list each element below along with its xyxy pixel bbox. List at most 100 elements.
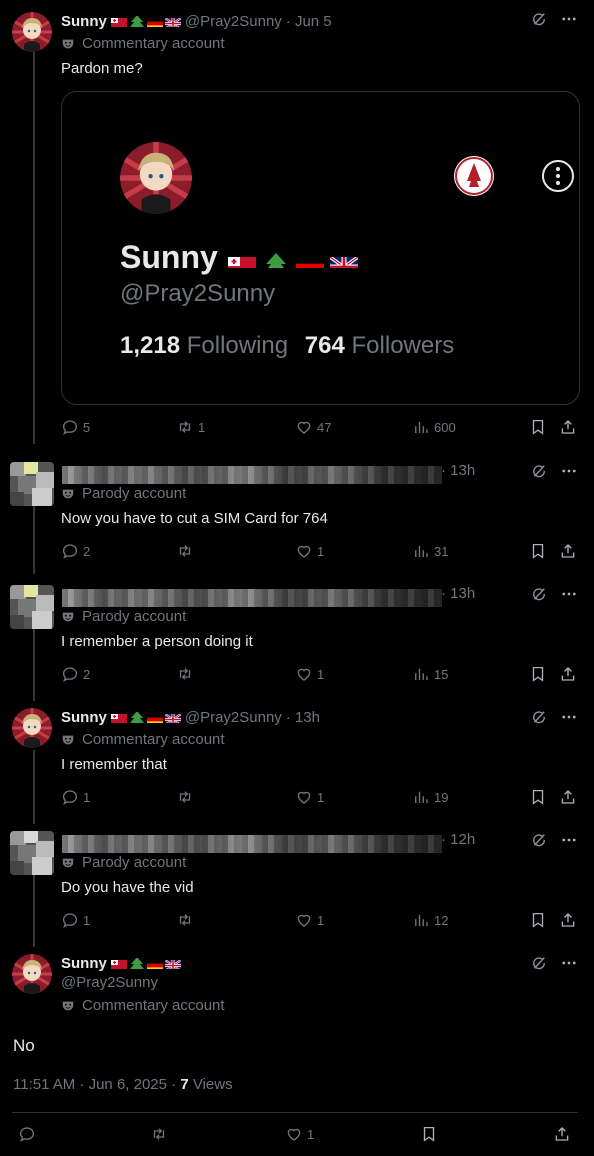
display-name[interactable]: Sunny <box>61 955 107 972</box>
reply-icon <box>61 911 79 929</box>
reply-button[interactable]: 5 <box>61 417 90 437</box>
like-button[interactable]: 1 <box>295 910 324 930</box>
avatar[interactable] <box>12 954 52 994</box>
timestamp[interactable]: · 12h <box>441 831 475 848</box>
name-emojis <box>110 711 181 723</box>
tweet-actions: 2 1 15 <box>61 664 578 684</box>
reply-button[interactable]: 2 <box>61 664 90 684</box>
views-button[interactable]: 19 <box>412 787 448 807</box>
badge-label: Parody account <box>82 485 187 502</box>
avatar[interactable] <box>10 831 54 875</box>
reply-icon <box>61 788 79 806</box>
avatar[interactable] <box>10 585 54 629</box>
views-button[interactable]: 12 <box>412 910 448 930</box>
tweet[interactable]: · 13h Parody account Now you have to cut… <box>0 460 594 570</box>
views-icon <box>412 911 430 929</box>
more-icon[interactable] <box>560 462 578 480</box>
retweet-button[interactable] <box>176 787 198 807</box>
bookmark-button[interactable] <box>529 541 547 561</box>
mask-icon <box>61 37 75 51</box>
retweet-button[interactable] <box>176 541 198 561</box>
tweet-datetime[interactable]: 11:51 AM · Jun 6, 2025 · <box>13 1076 180 1093</box>
card-more-button[interactable] <box>542 160 574 192</box>
more-icon[interactable] <box>560 831 578 849</box>
more-icon[interactable] <box>560 10 578 28</box>
timestamp[interactable]: · 13h <box>441 585 475 602</box>
retweet-button[interactable] <box>176 910 198 930</box>
grok-icon[interactable] <box>530 10 548 28</box>
handle[interactable]: @Pray2Sunny <box>61 974 158 991</box>
grok-icon[interactable] <box>530 708 548 726</box>
views-button[interactable]: 15 <box>412 664 448 684</box>
share-button[interactable] <box>559 787 577 807</box>
grok-icon[interactable] <box>530 831 548 849</box>
views-button[interactable]: 600 <box>412 417 456 437</box>
bookmark-button[interactable] <box>529 787 547 807</box>
grok-icon[interactable] <box>530 462 548 480</box>
timestamp[interactable]: · Jun 5 <box>286 13 332 30</box>
grok-icon[interactable] <box>530 954 548 972</box>
tweet-text: I remember a person doing it <box>61 633 253 650</box>
retweet-button[interactable]: 1 <box>176 417 205 437</box>
bookmark-button[interactable] <box>529 664 547 684</box>
avatar[interactable] <box>12 708 52 748</box>
share-button[interactable] <box>559 541 577 561</box>
display-name[interactable]: Sunny <box>61 709 107 726</box>
bookmark-icon <box>529 788 547 806</box>
bookmark-button[interactable] <box>420 1124 438 1144</box>
display-name[interactable]: Sunny <box>61 13 107 30</box>
card-stats: 1,218 Following 764 Followers <box>120 332 454 360</box>
share-button[interactable] <box>553 1124 571 1144</box>
share-button[interactable] <box>559 417 577 437</box>
grok-icon[interactable] <box>530 585 548 603</box>
bookmark-button[interactable] <box>529 417 547 437</box>
views-button[interactable]: 31 <box>412 541 448 561</box>
card-handle: @Pray2Sunny <box>120 280 276 307</box>
tweet[interactable]: · 12h Parody account Do you have the vid… <box>0 829 594 939</box>
tweet[interactable]: Sunny @Pray2Sunny · Jun 5 Commentary acc… <box>0 10 594 450</box>
like-button[interactable]: 1 <box>295 541 324 561</box>
bookmark-button[interactable] <box>529 910 547 930</box>
like-icon <box>295 911 313 929</box>
reply-button[interactable]: 1 <box>61 910 90 930</box>
profile-card-image[interactable]: Sunny @Pray2Sunny 1,218 Following 764 Fo… <box>61 91 580 405</box>
share-icon <box>559 542 577 560</box>
handle[interactable]: @Pray2Sunny <box>185 709 282 726</box>
retweet-icon <box>150 1125 168 1143</box>
retweet-button[interactable] <box>176 664 198 684</box>
avatar[interactable] <box>10 462 54 506</box>
more-icon[interactable] <box>560 954 578 972</box>
tweet-top-icons <box>530 462 578 480</box>
retweet-button[interactable] <box>150 1124 168 1144</box>
tree-icon <box>129 15 145 27</box>
following-label: Following <box>186 332 289 359</box>
timestamp[interactable]: · 13h <box>286 709 320 726</box>
timestamp[interactable]: · 13h <box>441 462 475 479</box>
card-display-name: Sunny <box>120 239 358 276</box>
views-count: 7 <box>180 1076 189 1093</box>
reply-icon <box>61 542 79 560</box>
handle[interactable]: @Pray2Sunny <box>185 13 282 30</box>
tweet-header: Sunny @Pray2Sunny · Jun 5 <box>61 10 332 32</box>
retweet-icon <box>176 418 194 436</box>
tweet-top-icons <box>530 585 578 603</box>
reply-button[interactable]: 1 <box>61 787 90 807</box>
share-button[interactable] <box>559 664 577 684</box>
like-button[interactable]: 47 <box>295 417 331 437</box>
tweet[interactable]: Sunny @Pray2Sunny · 13h Commentary accou… <box>0 706 594 816</box>
bookmark-icon <box>529 418 547 436</box>
more-icon[interactable] <box>560 585 578 603</box>
like-button[interactable]: 1 <box>285 1124 314 1144</box>
tweet-text: Pardon me? <box>61 60 143 77</box>
avatar[interactable] <box>12 12 52 52</box>
tweet[interactable]: · 13h Parody account I remember a person… <box>0 583 594 693</box>
tonga-flag-icon <box>110 16 127 27</box>
tweet-top-icons <box>530 708 578 726</box>
more-icon[interactable] <box>560 708 578 726</box>
reply-button[interactable] <box>18 1124 36 1144</box>
reply-button[interactable]: 2 <box>61 541 90 561</box>
account-badge: Parody account <box>61 608 186 625</box>
share-button[interactable] <box>559 910 577 930</box>
like-button[interactable]: 1 <box>295 664 324 684</box>
like-button[interactable]: 1 <box>295 787 324 807</box>
